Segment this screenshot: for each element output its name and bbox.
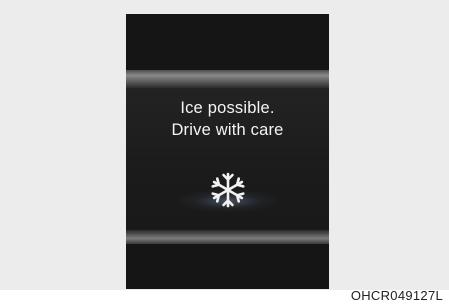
warning-message-panel: Ice possible. Drive with care bbox=[126, 88, 329, 230]
warning-message-line-2: Drive with care bbox=[171, 121, 284, 139]
figure-frame: Ice possible. Drive with care bbox=[0, 0, 449, 290]
display-bottom-band bbox=[126, 244, 329, 289]
display-top-divider bbox=[126, 70, 329, 88]
snowflake-icon bbox=[211, 172, 245, 208]
warning-message-line-1: Ice possible. bbox=[180, 99, 275, 117]
cluster-display: Ice possible. Drive with care bbox=[126, 14, 329, 289]
display-bottom-divider bbox=[126, 230, 329, 244]
display-top-band bbox=[126, 14, 329, 70]
figure-caption-code: OHCR049127L bbox=[350, 288, 443, 303]
